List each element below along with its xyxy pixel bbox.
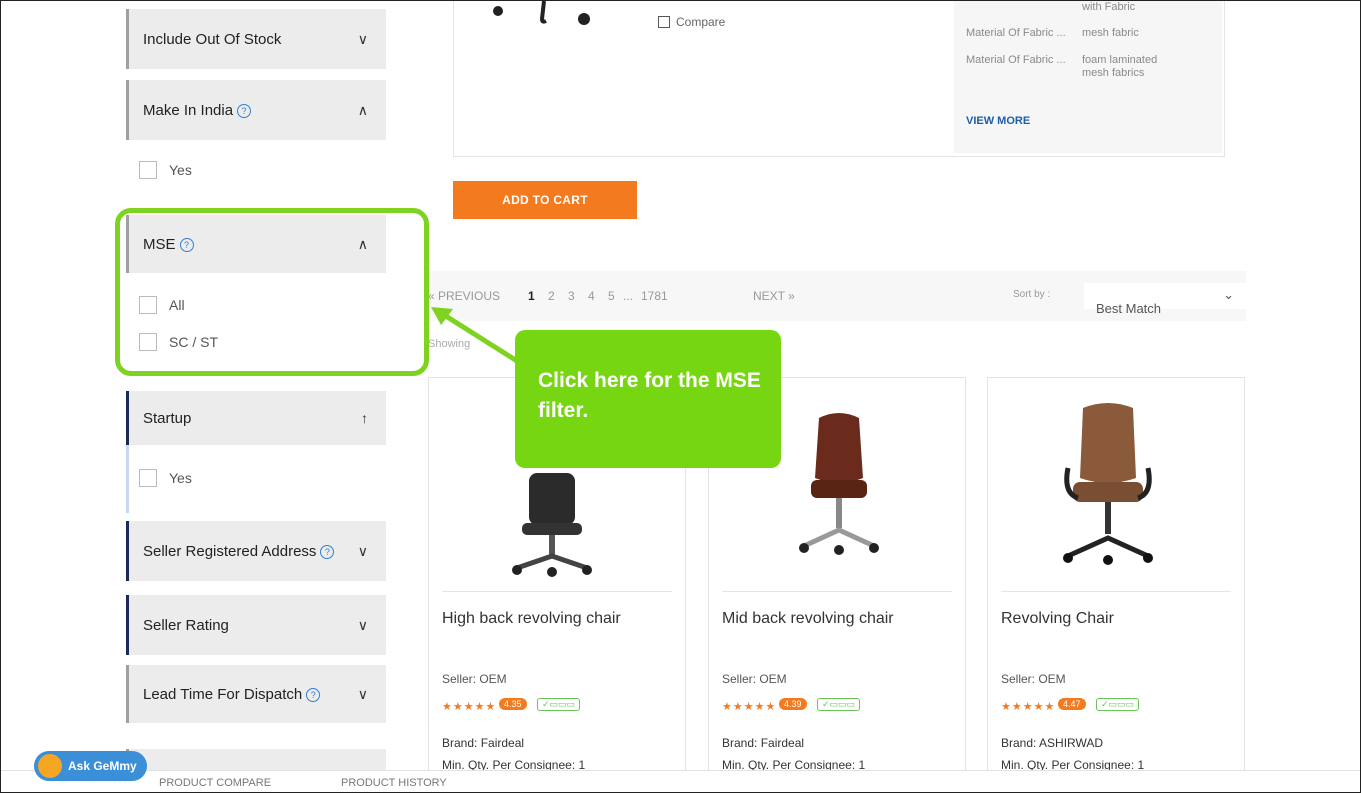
callout-arrow-icon <box>431 307 519 364</box>
cursor-arrow-icon: ↑ <box>361 410 368 426</box>
add-to-cart-button[interactable]: ADD TO CART <box>453 181 637 219</box>
help-icon[interactable]: ? <box>320 544 335 559</box>
filter-make-in-india[interactable]: Make In India? ∧ <box>126 80 386 140</box>
compare-checkbox[interactable]: Compare <box>658 15 725 29</box>
help-icon[interactable]: ? <box>306 687 321 702</box>
page-link[interactable]: 1781 <box>641 289 668 303</box>
ask-gemmy-label: Ask GeMmy <box>68 759 137 773</box>
filter-startup[interactable]: Startup ↑ <box>126 391 386 445</box>
product-name[interactable]: Mid back revolving chair <box>722 610 894 628</box>
compare-label: Compare <box>676 15 726 29</box>
filter-lead-time-for-dispatch[interactable]: Lead Time For Dispatch? ∨ <box>126 665 386 723</box>
filter-label: Seller Registered Address <box>143 542 317 560</box>
sort-value: Best Match <box>1096 301 1162 316</box>
product-name[interactable]: Revolving Chair <box>1001 610 1114 628</box>
checkbox-icon[interactable] <box>658 16 670 28</box>
checkbox-icon[interactable] <box>139 469 157 487</box>
product-seller: Seller: OEM <box>722 672 787 686</box>
spec-value: mesh fabric <box>1082 27 1139 39</box>
pagination-bar: « PREVIOUS 1 2 3 4 5 ... 1781 NEXT » Sor… <box>428 271 1246 321</box>
filter-label: Startup <box>143 409 192 427</box>
chevron-down-icon: ∨ <box>357 616 368 633</box>
filter-label: Make In India <box>143 101 234 119</box>
page-link[interactable]: 2 <box>548 289 555 303</box>
spec-panel: with Fabric Material Of Fabric ... mesh … <box>954 1 1222 153</box>
filter-label: Include Out Of Stock <box>143 30 282 48</box>
checkbox-startup-yes[interactable]: Yes <box>139 469 192 487</box>
checkbox-make-in-india-yes[interactable]: Yes <box>139 161 192 179</box>
office-chair-image <box>1063 403 1153 565</box>
page-link[interactable]: 5 <box>608 289 615 303</box>
spec-key: Material Of Fabric ... <box>966 54 1066 66</box>
product-card[interactable]: Revolving Chair Seller: OEM ★★★★★ 4.47 ✓… <box>987 377 1245 792</box>
product-brand: Brand: ASHIRWAD <box>1001 736 1104 750</box>
page-ellipsis: ... <box>623 289 634 303</box>
bottom-bar: PRODUCT COMPARE PRODUCT HISTORY <box>1 770 1360 792</box>
spec-value: foam laminated mesh fabrics <box>1082 54 1158 79</box>
assured-badge-icon: ✓▭▭▭ <box>817 698 861 711</box>
star-rating-icon: ★★★★★ <box>722 701 777 713</box>
office-chair-image <box>512 473 592 577</box>
app-frame: Include Out Of Stock ∨ Make In India? ∧ … <box>0 0 1361 793</box>
tutorial-callout: Click here for the MSE filter. <box>515 330 781 468</box>
filter-label: Seller Rating <box>143 616 229 634</box>
chevron-down-icon: ∨ <box>357 685 368 702</box>
product-seller: Seller: OEM <box>1001 672 1066 686</box>
option-label: Yes <box>169 162 192 178</box>
filter-seller-rating[interactable]: Seller Rating ∨ <box>126 595 386 655</box>
spec-value: with Fabric <box>1082 1 1136 13</box>
chevron-down-icon: ⌄ <box>1223 287 1234 302</box>
rating-badge: 4.35 <box>499 698 527 710</box>
view-more-link[interactable]: VIEW MORE <box>966 115 1030 127</box>
product-brand: Brand: Fairdeal <box>722 736 805 750</box>
product-name[interactable]: High back revolving chair <box>442 610 621 628</box>
help-icon[interactable]: ? <box>237 103 252 118</box>
assured-badge-icon: ✓▭▭▭ <box>537 698 581 711</box>
spec-key: Material Of Fabric ... <box>966 27 1066 39</box>
page-link[interactable]: 4 <box>588 289 595 303</box>
checkbox-icon[interactable] <box>139 161 157 179</box>
rating-badge: 4.39 <box>779 698 807 710</box>
chevron-down-icon: ∨ <box>357 30 368 47</box>
product-divider <box>442 591 672 592</box>
filter-label: Lead Time For Dispatch <box>143 685 303 703</box>
page-link[interactable]: 1 <box>528 289 535 303</box>
office-chair-image <box>799 413 879 555</box>
option-label: Yes <box>169 470 192 486</box>
product-brand: Brand: Fairdeal <box>442 736 525 750</box>
star-rating-icon: ★★★★★ <box>1001 701 1056 713</box>
product-seller: Seller: OEM <box>442 672 507 686</box>
assured-badge-icon: ✓▭▭▭ <box>1096 698 1140 711</box>
star-rating-icon: ★★★★★ <box>442 701 497 713</box>
chair-legs-image <box>493 1 590 25</box>
product-history-link[interactable]: PRODUCT HISTORY <box>341 777 447 789</box>
rating-badge: 4.47 <box>1058 698 1086 710</box>
sort-select[interactable]: Best Match ⌄ <box>1084 283 1246 316</box>
ask-gemmy-button[interactable]: Ask GeMmy <box>34 751 147 781</box>
filter-divider <box>126 445 129 513</box>
chevron-down-icon: ∨ <box>357 542 368 559</box>
filter-include-out-of-stock[interactable]: Include Out Of Stock ∨ <box>126 9 386 69</box>
product-divider <box>722 591 952 592</box>
product-compare-link[interactable]: PRODUCT COMPARE <box>159 777 271 789</box>
mse-highlight-box <box>115 208 429 376</box>
filter-seller-registered-address[interactable]: Seller Registered Address? ∨ <box>126 521 386 581</box>
page-link[interactable]: 3 <box>568 289 575 303</box>
chevron-up-icon: ∧ <box>357 101 368 118</box>
gemmy-avatar-icon <box>38 754 62 778</box>
next-link[interactable]: NEXT » <box>753 289 795 303</box>
product-divider <box>1001 591 1231 592</box>
sort-label: Sort by : <box>1013 289 1051 300</box>
